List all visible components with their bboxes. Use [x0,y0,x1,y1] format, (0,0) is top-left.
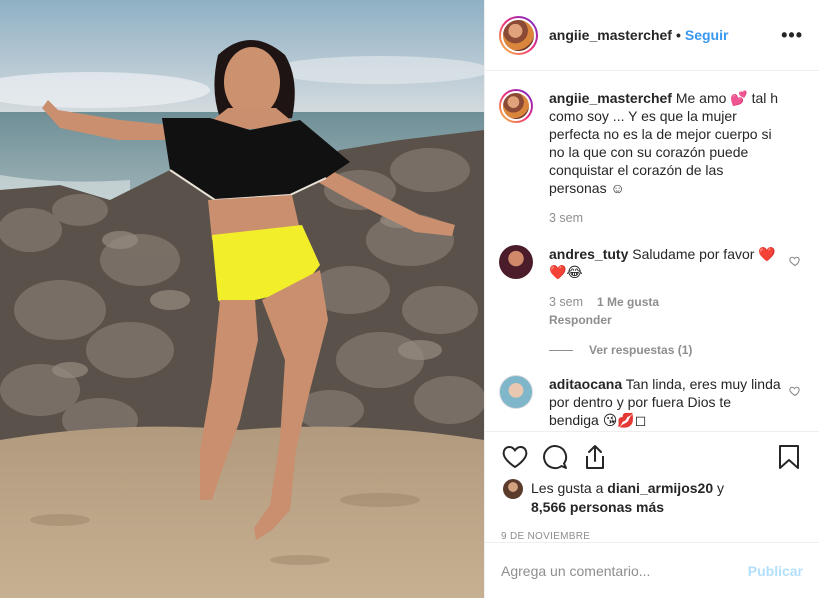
reply-button[interactable]: Responder [549,311,781,329]
view-replies-label: Ver respuestas (1) [589,343,693,357]
comments-list[interactable]: angiie_masterchef Me amo 💕 tal h como so… [485,71,819,431]
comment-item: aditaocana Tan linda, eres muy linda por… [499,375,805,429]
post-actions-section: Les gusta a diani_armijos20 y 8,566 pers… [485,431,819,542]
likes-conjunction: y [717,480,724,496]
comment-like-heart-icon[interactable] [789,255,801,267]
comment-likes[interactable]: 1 Me gusta [597,293,659,311]
liker-avatar[interactable] [503,479,523,499]
comment-time[interactable]: 3 sem [549,209,583,227]
beach-photo-illustration [0,0,484,598]
comment-username[interactable]: andres_tuty [549,246,628,262]
comment-icon[interactable] [541,443,569,471]
likes-summary: Les gusta a diani_armijos20 y 8,566 pers… [501,479,803,517]
share-icon[interactable] [581,443,609,471]
heart-icon[interactable] [501,443,529,471]
action-bar [501,432,803,482]
comment-time[interactable]: 3 sem [549,293,583,311]
post-photo[interactable] [0,0,484,598]
author-avatar[interactable] [499,15,538,55]
liker-username[interactable]: diani_armijos20 [607,480,713,496]
comment-meta: 3 sem [549,209,781,227]
comment-like-heart-icon[interactable] [789,385,801,397]
commenter-avatar[interactable] [499,245,533,279]
separator-dot: • [675,27,681,43]
publish-button[interactable]: Publicar [748,563,803,579]
replies-divider-line [549,349,573,351]
comment-item: andres_tuty Saludame por favor ❤️❤️😂 3 s… [499,245,805,329]
bookmark-icon[interactable] [775,443,803,471]
post-header: angiie_masterchef • Seguir ••• [485,0,819,71]
post-details-panel: angiie_masterchef • Seguir ••• angiie_ma… [484,0,819,598]
add-comment-bar: Publicar [485,542,819,598]
commenter-avatar[interactable] [499,375,533,409]
comment-input[interactable] [501,562,748,579]
likes-others-count[interactable]: 8,566 personas más [531,499,664,515]
view-replies-button[interactable]: Ver respuestas (1) [549,343,805,357]
comment-username[interactable]: aditaocana [549,376,622,392]
caption-author-avatar[interactable] [499,89,533,123]
likes-prefix: Les gusta a [531,480,604,496]
follow-button[interactable]: Seguir [685,27,729,43]
caption-comment: angiie_masterchef Me amo 💕 tal h como so… [499,89,805,227]
comment-username[interactable]: angiie_masterchef [549,90,672,106]
more-options-icon[interactable]: ••• [781,26,803,44]
post-date[interactable]: 9 de noviembre [501,531,803,542]
comment-meta: 3 sem 1 Me gusta [549,293,781,311]
author-username[interactable]: angiie_masterchef [549,27,672,43]
